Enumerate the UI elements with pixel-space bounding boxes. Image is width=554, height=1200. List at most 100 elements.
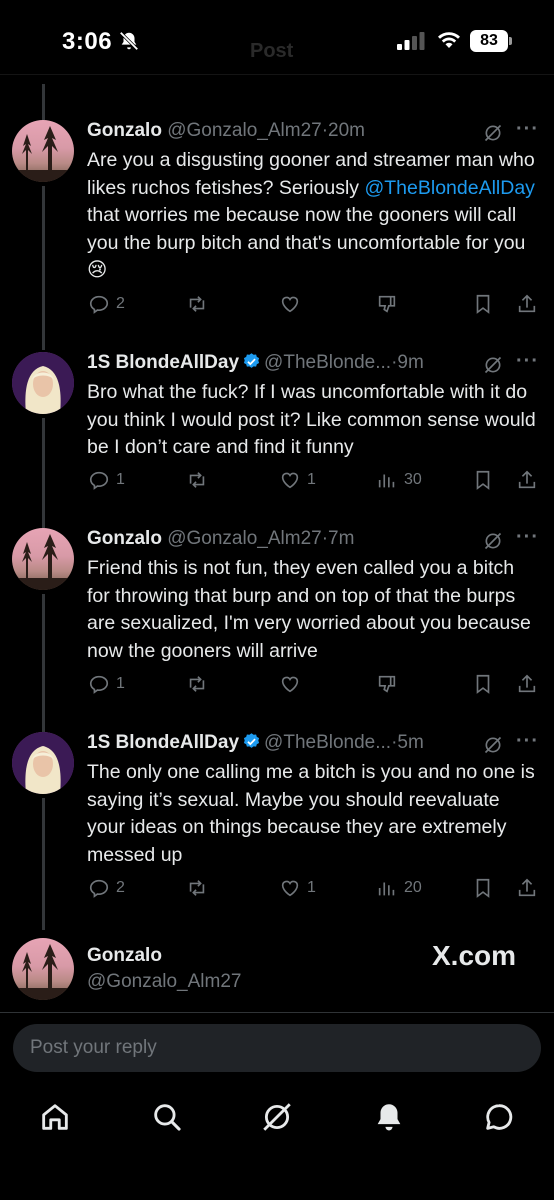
reply-context-avatar: [12, 938, 74, 1000]
tab-notifications[interactable]: [372, 1100, 406, 1134]
like-button[interactable]: [279, 672, 301, 696]
repost-icon: [189, 880, 205, 896]
share-button[interactable]: [516, 672, 538, 696]
tab-search[interactable]: [150, 1100, 184, 1134]
thread-line: [42, 186, 45, 350]
bookmark-button[interactable]: [472, 292, 494, 316]
status-bar: 3:06 Post 83: [0, 0, 554, 80]
bookmark-icon: [476, 294, 490, 314]
display-name[interactable]: Gonzalo: [87, 120, 162, 141]
grok-icon[interactable]: [483, 355, 503, 375]
grok-icon: [263, 1103, 291, 1131]
repost-button[interactable]: [186, 672, 208, 696]
notifications-icon: [377, 1104, 401, 1131]
timestamp[interactable]: 9m: [397, 352, 423, 373]
share-icon: [518, 470, 536, 489]
repost-button[interactable]: [186, 876, 208, 900]
user-handle[interactable]: @TheBlonde...: [264, 352, 391, 373]
avatar[interactable]: [12, 120, 74, 182]
tweet-actions: 1 1 30: [0, 468, 554, 496]
reply-count: 1: [116, 471, 125, 488]
timestamp[interactable]: 7m: [328, 528, 354, 549]
repost-icon: [189, 472, 205, 488]
like-button[interactable]: [279, 292, 301, 316]
avatar[interactable]: [12, 732, 74, 794]
grok-icon[interactable]: [483, 735, 503, 755]
avatar[interactable]: [12, 528, 74, 590]
reply-input[interactable]: Post your reply: [13, 1024, 541, 1072]
bookmark-button[interactable]: [472, 672, 494, 696]
reply-button[interactable]: 1: [88, 672, 125, 696]
bookmark-button[interactable]: [472, 468, 494, 492]
reply-count: 2: [116, 879, 125, 896]
share-button[interactable]: [516, 468, 538, 492]
repost-icon: [189, 296, 205, 312]
tree-silhouette-image: [12, 126, 74, 182]
heart-icon: [281, 880, 299, 897]
repost-button[interactable]: [186, 468, 208, 492]
downvote-button[interactable]: [376, 292, 398, 316]
reply-icon: [89, 675, 109, 694]
more-options-icon[interactable]: ···: [516, 118, 539, 141]
views-button[interactable]: 30: [376, 468, 422, 492]
user-handle[interactable]: @Gonzalo_Alm27: [167, 528, 321, 549]
header-divider: [0, 74, 554, 75]
avatar[interactable]: [12, 352, 74, 414]
tweet-text-part: Bro what the fuck? If I was uncomfortabl…: [87, 381, 536, 458]
more-options-icon[interactable]: ···: [516, 350, 539, 373]
grok-icon[interactable]: [483, 531, 503, 551]
share-icon: [518, 674, 536, 693]
timestamp[interactable]: 5m: [397, 732, 423, 753]
views-button[interactable]: 20: [376, 876, 422, 900]
downvote-icon: [378, 675, 396, 693]
tweet-text: Are you a disgusting gooner and streamer…: [87, 147, 537, 285]
wifi-icon: [438, 32, 460, 48]
reply-button[interactable]: 2: [88, 292, 125, 316]
reply-context-name: Gonzalo: [87, 945, 162, 966]
user-handle[interactable]: @TheBlonde...: [264, 732, 391, 753]
display-name[interactable]: Gonzalo: [87, 528, 162, 549]
tweet-actions: 1: [0, 672, 554, 700]
mention-link[interactable]: @TheBlondeAllDay: [364, 177, 534, 199]
share-button[interactable]: [516, 876, 538, 900]
downvote-button[interactable]: [376, 672, 398, 696]
user-handle[interactable]: @Gonzalo_Alm27: [167, 120, 321, 141]
share-button[interactable]: [516, 292, 538, 316]
reply-count: 2: [116, 295, 125, 312]
like-button[interactable]: 1: [279, 876, 316, 900]
battery-indicator: 83: [470, 30, 512, 52]
repost-icon: [189, 676, 205, 692]
reply-placeholder: Post your reply: [30, 1037, 157, 1058]
bookmark-icon: [476, 470, 490, 490]
thread-line: [42, 594, 45, 732]
repost-button[interactable]: [186, 292, 208, 316]
messages-icon: [486, 1104, 513, 1130]
bookmark-icon: [476, 674, 490, 694]
reply-icon: [89, 879, 109, 898]
reply-button[interactable]: 1: [88, 468, 125, 492]
bell-slash-icon: [119, 31, 139, 51]
tweet-text-part: that worries me because now the gooners …: [87, 204, 526, 281]
heart-icon: [281, 296, 299, 313]
reply-button[interactable]: 2: [88, 876, 125, 900]
home-icon: [42, 1104, 68, 1130]
profile-photo-image: [12, 352, 74, 414]
view-count: 20: [404, 879, 422, 896]
signal-icon: [397, 32, 425, 50]
tweet-text: Bro what the fuck? If I was uncomfortabl…: [87, 379, 537, 462]
tab-grok[interactable]: [260, 1100, 294, 1134]
timestamp[interactable]: 20m: [328, 120, 365, 141]
tweet-text-part: The only one calling me a bitch is you a…: [87, 761, 535, 866]
like-button[interactable]: 1: [279, 468, 316, 492]
tab-home[interactable]: [38, 1100, 72, 1134]
display-name[interactable]: 1S BlondeAllDay: [87, 352, 239, 373]
tree-silhouette-image: [12, 944, 74, 1000]
like-count: 1: [307, 879, 316, 896]
tab-messages[interactable]: [482, 1100, 516, 1134]
more-options-icon[interactable]: ···: [516, 730, 539, 753]
tweet-actions: 2 1 20: [0, 876, 554, 904]
grok-icon[interactable]: [483, 123, 503, 143]
bookmark-button[interactable]: [472, 876, 494, 900]
more-options-icon[interactable]: ···: [516, 526, 539, 549]
display-name[interactable]: 1S BlondeAllDay: [87, 732, 239, 753]
